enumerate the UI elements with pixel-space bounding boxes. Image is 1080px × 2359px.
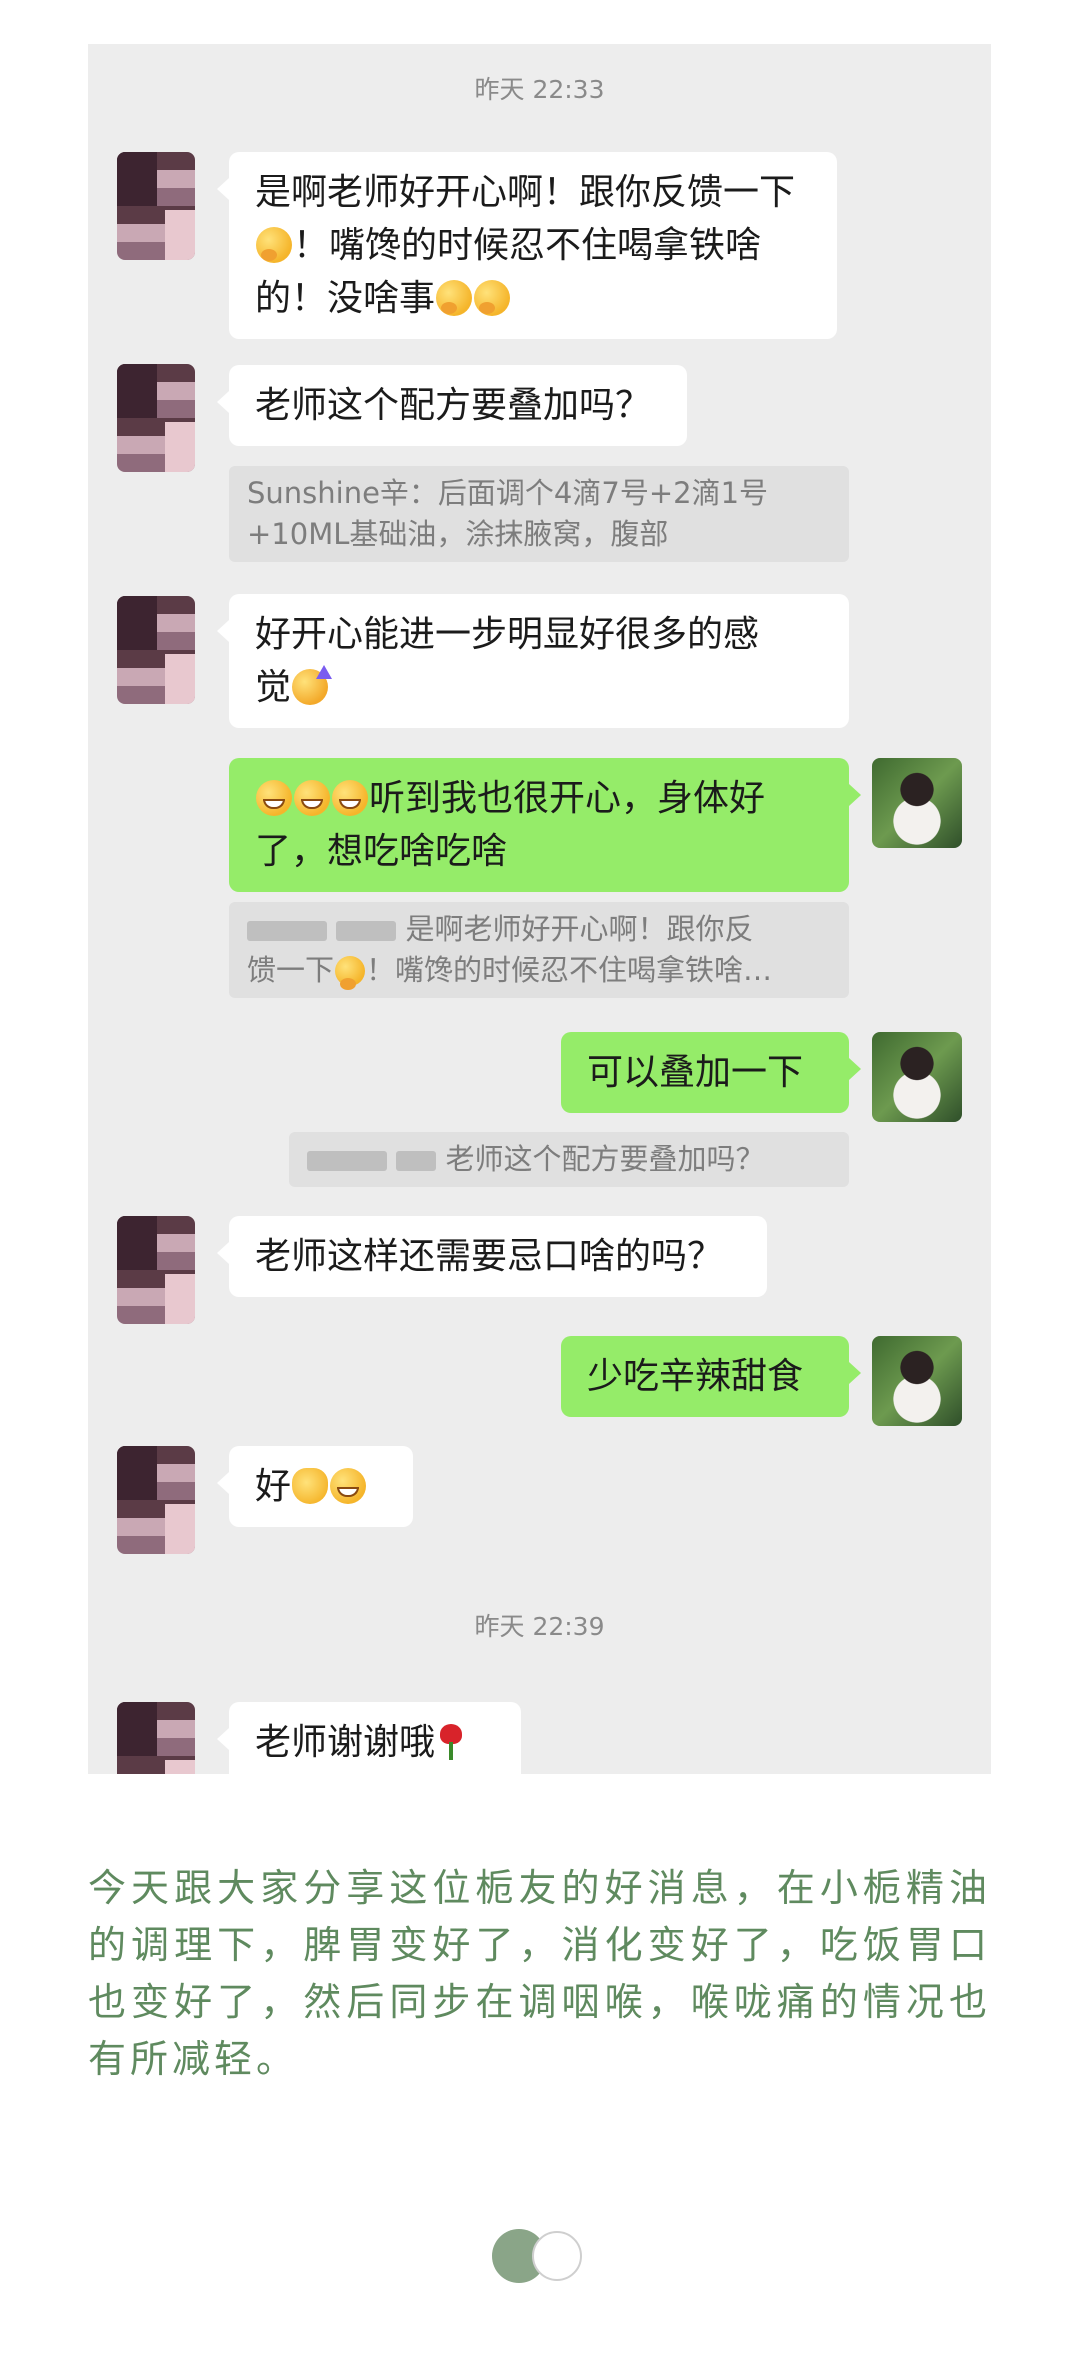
my-avatar[interactable]	[872, 1032, 962, 1122]
message-text: 老师这样还需要忌口啥的吗？	[255, 1236, 724, 1277]
thinking-face-icon	[474, 280, 511, 316]
contact-avatar[interactable]	[117, 1702, 195, 1774]
my-avatar[interactable]	[872, 758, 962, 848]
timestamp: 昨天 22:39	[474, 1612, 605, 1641]
rose-icon	[436, 1724, 466, 1760]
grinning-face-icon	[332, 780, 368, 816]
quote-line: Sunshine辛：后面调个4滴7号+2滴1号	[247, 476, 769, 510]
message-line: 是啊老师好开心啊！跟你反馈一下	[255, 172, 796, 213]
thinking-face-icon	[436, 280, 473, 316]
outgoing-message[interactable]: 少吃辛辣甜食	[561, 1336, 861, 1417]
contact-avatar[interactable]	[117, 1216, 195, 1324]
message-text: 老师这个配方要叠加吗？	[255, 385, 652, 426]
blurred-name	[396, 1151, 437, 1171]
incoming-message[interactable]: 好	[217, 1446, 413, 1527]
quote-line: 馈一下 ！嘴馋的时候忍不住喝拿铁啥…	[247, 953, 773, 990]
my-avatar[interactable]	[872, 1336, 962, 1426]
outgoing-message[interactable]: 听到我也很开心，身体好 了，想吃啥吃啥	[229, 758, 861, 892]
incoming-message[interactable]: 老师这个配方要叠加吗？	[217, 365, 687, 446]
message-text: 好	[255, 1466, 292, 1507]
message-text: 可以叠加一下	[587, 1052, 804, 1093]
message-line: 好开心能进一步明显好很多的感	[255, 614, 760, 655]
chat-screenshot: 昨天 22:33 是啊老师好开心啊！跟你反馈一下 ！嘴馋的时候忍不住喝拿铁啥 的…	[88, 44, 991, 1774]
quote-line: +10ML基础油，涂抹腋窝，腹部	[247, 517, 669, 551]
grinning-face-icon	[330, 1468, 367, 1504]
blurred-name	[247, 921, 327, 941]
ok-hand-icon	[292, 1468, 329, 1504]
contact-avatar[interactable]	[117, 596, 195, 704]
incoming-message[interactable]: 是啊老师好开心啊！跟你反馈一下 ！嘴馋的时候忍不住喝拿铁啥 的！没啥事	[217, 152, 837, 339]
message-line: 的！没啥事	[255, 272, 811, 325]
blurred-name	[307, 1151, 387, 1171]
quoted-reply[interactable]: 是啊老师好开心啊！跟你反 馈一下 ！嘴馋的时候忍不住喝拿铁啥…	[229, 902, 849, 998]
partying-face-icon	[292, 669, 329, 705]
carousel-indicator[interactable]	[492, 2227, 588, 2285]
quote-line: 是啊老师好开心啊！跟你反	[247, 909, 831, 950]
thinking-face-icon	[335, 956, 366, 990]
article-paragraph: 今天跟大家分享这位栀友的好消息，在小栀精油的调理下，脾胃变好了，消化变好了，吃饭…	[88, 1866, 991, 2081]
contact-avatar[interactable]	[117, 1446, 195, 1554]
incoming-message[interactable]: 好开心能进一步明显好很多的感 觉	[217, 594, 849, 728]
indicator-dot[interactable]	[532, 2231, 582, 2281]
grinning-face-icon	[294, 780, 330, 816]
quoted-reply[interactable]: Sunshine辛：后面调个4滴7号+2滴1号 +10ML基础油，涂抹腋窝，腹部	[229, 466, 849, 562]
contact-avatar[interactable]	[117, 152, 195, 260]
message-line: 听到我也很开心，身体好	[255, 772, 823, 825]
incoming-message[interactable]: 老师这样还需要忌口啥的吗？	[217, 1216, 767, 1297]
quoted-reply[interactable]: 老师这个配方要叠加吗？	[289, 1132, 849, 1187]
incoming-message[interactable]: 老师谢谢哦	[217, 1702, 521, 1774]
timestamp: 昨天 22:33	[474, 75, 605, 104]
grinning-face-icon	[256, 780, 292, 816]
blurred-name	[336, 921, 397, 941]
message-line: 觉	[255, 661, 823, 714]
message-text: 少吃辛辣甜食	[587, 1356, 804, 1397]
message-text: 老师谢谢哦	[255, 1722, 436, 1763]
message-line: 了，想吃啥吃啥	[255, 831, 508, 872]
thinking-face-icon	[256, 227, 292, 263]
contact-avatar[interactable]	[117, 364, 195, 472]
outgoing-message[interactable]: 可以叠加一下	[561, 1032, 861, 1113]
message-line: ！嘴馋的时候忍不住喝拿铁啥	[255, 219, 811, 272]
